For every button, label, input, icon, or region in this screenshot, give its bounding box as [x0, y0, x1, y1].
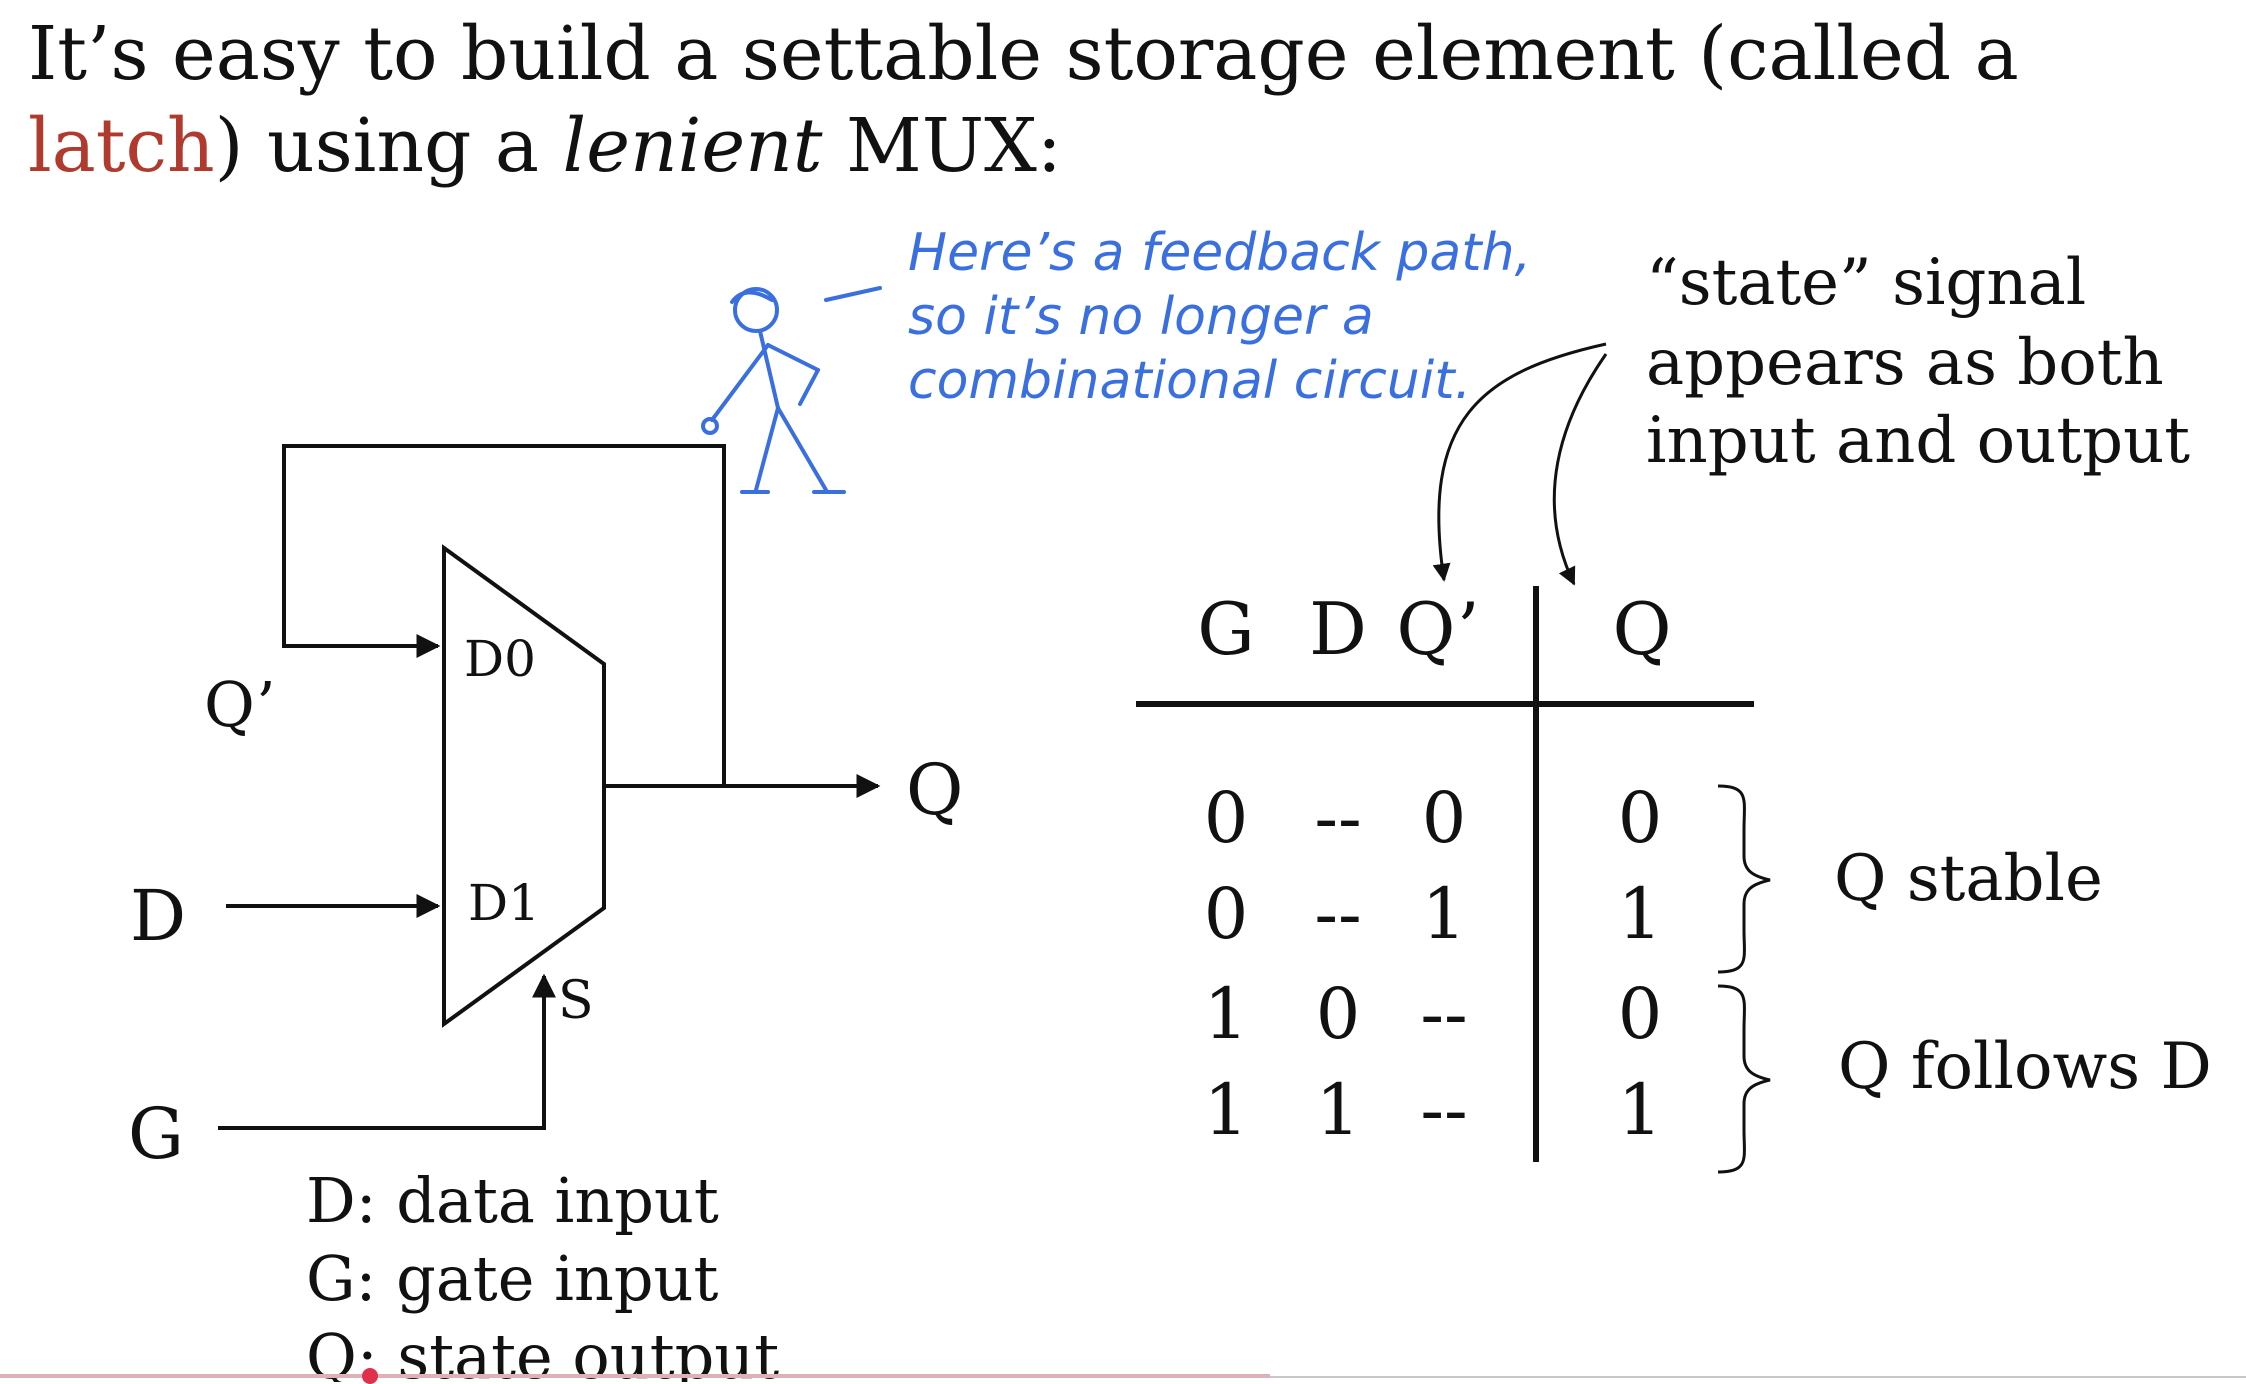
cell-q-prime: 1: [1422, 873, 1467, 955]
cell-g: 1: [1204, 973, 1249, 1055]
state-note-line-3: input and output: [1646, 404, 2190, 478]
legend-g: G: gate input: [306, 1242, 718, 1315]
brace-q-stable: [1717, 784, 1771, 974]
feedback-note-line-3: combinational circuit.: [908, 351, 1471, 411]
feedback-note-line-2: so it’s no longer a: [908, 287, 1374, 347]
cell-q: 0: [1618, 973, 1663, 1055]
cell-q: 1: [1618, 873, 1663, 955]
mux-d1-label: D1: [468, 874, 540, 932]
header-g: G: [1197, 587, 1255, 671]
truth-table: G D Q’ Q 0 -- 0 0 0 -- 1 1 1 0 -- 0 1 1 …: [1136, 586, 2212, 1174]
header-q-prime: Q’: [1396, 587, 1479, 671]
table-row: 1 0 -- 0: [1204, 973, 1663, 1055]
cell-d: --: [1314, 873, 1361, 955]
stick-figure-icon: [701, 286, 882, 494]
mux-body: [442, 544, 606, 1028]
header-d: D: [1309, 587, 1367, 671]
q-output-label: Q: [906, 749, 963, 831]
d-label: D: [130, 875, 186, 957]
cell-g: 1: [1204, 1069, 1249, 1151]
table-row: 0 -- 1 1: [1204, 873, 1663, 955]
cell-g: 0: [1204, 873, 1249, 955]
state-note-line-2: appears as both: [1646, 326, 2164, 400]
mux-d0-label: D0: [464, 630, 536, 688]
table-row: 0 -- 0 0: [1204, 777, 1663, 859]
legend-d: D: data input: [306, 1164, 719, 1237]
latch-diagram: Here’s a feedback path, so it’s no longe…: [128, 223, 2212, 1382]
video-progress-remaining[interactable]: [1270, 1376, 2246, 1378]
cell-q-prime: 0: [1422, 777, 1467, 859]
video-progress-played[interactable]: [0, 1374, 1270, 1378]
state-arrow-q: [1552, 353, 1608, 586]
cell-d: 0: [1316, 973, 1361, 1055]
cell-q: 0: [1618, 777, 1663, 859]
state-note-line-1: “state” signal: [1646, 246, 2086, 320]
cell-q-prime: --: [1420, 1069, 1467, 1151]
q-stable-label: Q stable: [1834, 842, 2103, 916]
cell-q-prime: --: [1420, 973, 1467, 1055]
header-q: Q: [1612, 587, 1671, 671]
cell-d: 1: [1316, 1069, 1361, 1151]
cell-q: 1: [1618, 1069, 1663, 1151]
feedback-note-line-1: Here’s a feedback path,: [908, 223, 1531, 283]
q-follows-d-label: Q follows D: [1838, 1030, 2212, 1104]
cell-g: 0: [1204, 777, 1249, 859]
q-prime-label: Q’: [204, 668, 276, 741]
cell-d: --: [1314, 777, 1361, 859]
mux-select-label: S: [558, 971, 594, 1031]
g-input-wire: [218, 973, 556, 1130]
table-row: 1 1 -- 1: [1204, 1069, 1663, 1151]
g-label: G: [128, 1093, 184, 1175]
brace-q-follows: [1717, 984, 1771, 1174]
